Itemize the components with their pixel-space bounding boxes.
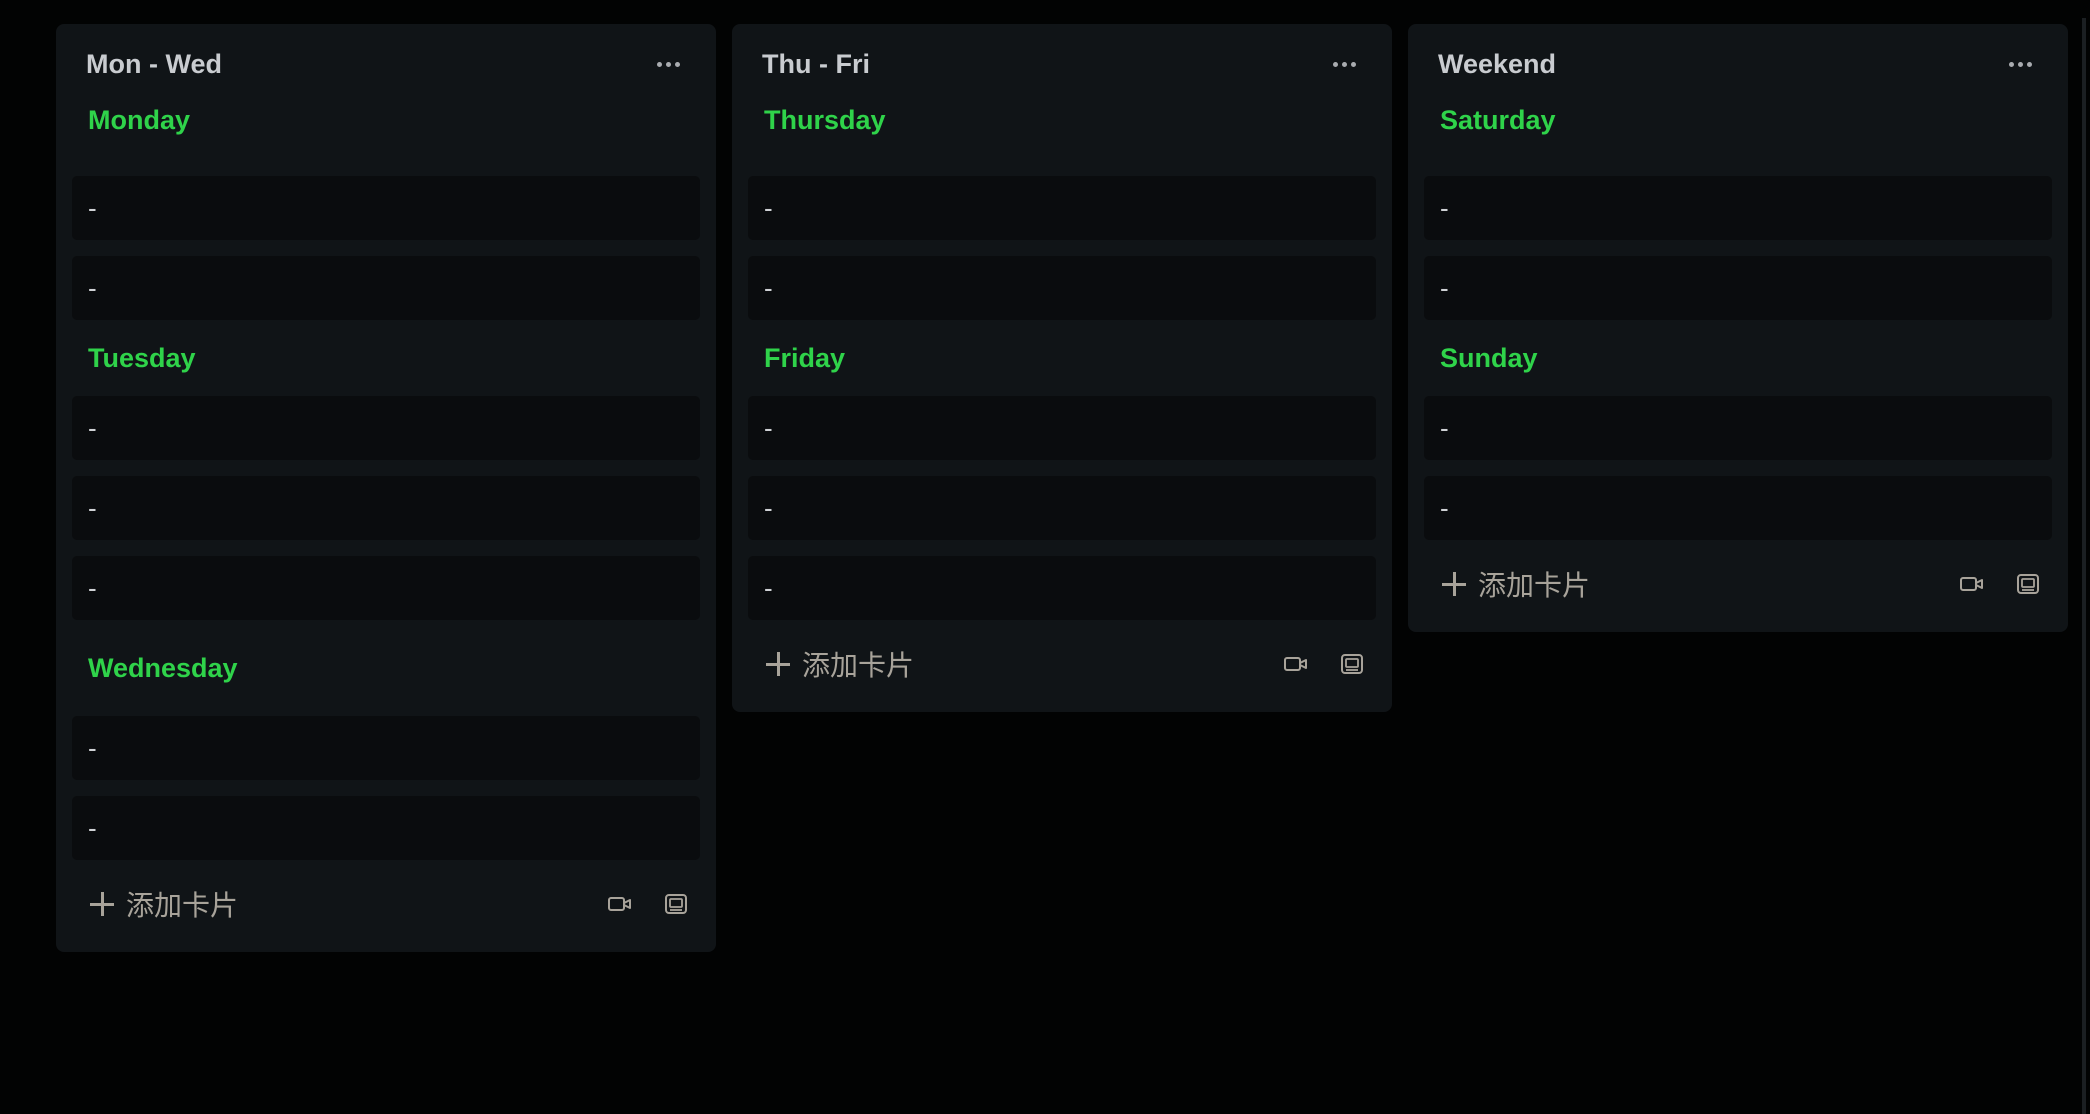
list-thu-fri: Thu - Fri Thursday - - Friday - - - 添加卡片 bbox=[732, 24, 1392, 712]
more-options-icon[interactable] bbox=[2002, 46, 2038, 82]
video-camera-icon[interactable] bbox=[1278, 646, 1314, 682]
add-card-button[interactable]: 添加卡片 bbox=[90, 884, 238, 924]
card-section-heading[interactable]: Monday bbox=[72, 98, 700, 142]
plus-icon bbox=[766, 652, 790, 676]
card[interactable]: - bbox=[748, 556, 1376, 620]
card[interactable]: - bbox=[72, 396, 700, 460]
card[interactable]: - bbox=[72, 556, 700, 620]
footer-actions bbox=[1278, 646, 1370, 682]
card[interactable]: - bbox=[72, 256, 700, 320]
card-section-heading[interactable]: Saturday bbox=[1424, 98, 2052, 142]
list-title[interactable]: Weekend bbox=[1438, 49, 1556, 80]
list-header: Weekend bbox=[1424, 24, 2052, 104]
card[interactable]: - bbox=[748, 256, 1376, 320]
card[interactable]: - bbox=[748, 396, 1376, 460]
card-section-heading[interactable]: Friday bbox=[748, 336, 1376, 380]
list-footer: 添加卡片 bbox=[72, 872, 700, 936]
list-weekend: Weekend Saturday - - Sunday - - 添加卡片 bbox=[1408, 24, 2068, 632]
card[interactable]: - bbox=[748, 476, 1376, 540]
add-card-label: 添加卡片 bbox=[126, 890, 239, 921]
card[interactable]: - bbox=[1424, 256, 2052, 320]
kanban-board: Mon - Wed Monday - - Tuesday - - - Wedne… bbox=[0, 0, 2090, 1114]
add-card-button[interactable]: 添加卡片 bbox=[766, 644, 914, 684]
list-header: Mon - Wed bbox=[72, 24, 700, 104]
card[interactable]: - bbox=[72, 716, 700, 780]
list-footer: 添加卡片 bbox=[748, 632, 1376, 696]
card-template-icon[interactable] bbox=[2010, 566, 2046, 602]
list-mon-wed: Mon - Wed Monday - - Tuesday - - - Wedne… bbox=[56, 24, 716, 952]
video-camera-icon[interactable] bbox=[602, 886, 638, 922]
add-card-label: 添加卡片 bbox=[802, 650, 915, 681]
card[interactable]: - bbox=[72, 476, 700, 540]
card-template-icon[interactable] bbox=[658, 886, 694, 922]
next-list-edge bbox=[2082, 18, 2086, 1114]
add-card-button[interactable]: 添加卡片 bbox=[1442, 564, 1590, 604]
card-template-icon[interactable] bbox=[1334, 646, 1370, 682]
plus-icon bbox=[90, 892, 114, 916]
footer-actions bbox=[1954, 566, 2046, 602]
more-options-icon[interactable] bbox=[1326, 46, 1362, 82]
card-section-heading[interactable]: Sunday bbox=[1424, 336, 2052, 380]
footer-actions bbox=[602, 886, 694, 922]
add-card-label: 添加卡片 bbox=[1478, 570, 1591, 601]
card[interactable]: - bbox=[1424, 176, 2052, 240]
card-section-heading[interactable]: Wednesday bbox=[72, 646, 700, 690]
list-title[interactable]: Thu - Fri bbox=[762, 49, 870, 80]
list-title[interactable]: Mon - Wed bbox=[86, 49, 222, 80]
more-options-icon[interactable] bbox=[650, 46, 686, 82]
card[interactable]: - bbox=[72, 796, 700, 860]
card-section-heading[interactable]: Thursday bbox=[748, 98, 1376, 142]
card[interactable]: - bbox=[748, 176, 1376, 240]
list-footer: 添加卡片 bbox=[1424, 552, 2052, 616]
card-section-heading[interactable]: Tuesday bbox=[72, 336, 700, 380]
card[interactable]: - bbox=[72, 176, 700, 240]
card[interactable]: - bbox=[1424, 476, 2052, 540]
list-header: Thu - Fri bbox=[748, 24, 1376, 104]
plus-icon bbox=[1442, 572, 1466, 596]
card[interactable]: - bbox=[1424, 396, 2052, 460]
video-camera-icon[interactable] bbox=[1954, 566, 1990, 602]
